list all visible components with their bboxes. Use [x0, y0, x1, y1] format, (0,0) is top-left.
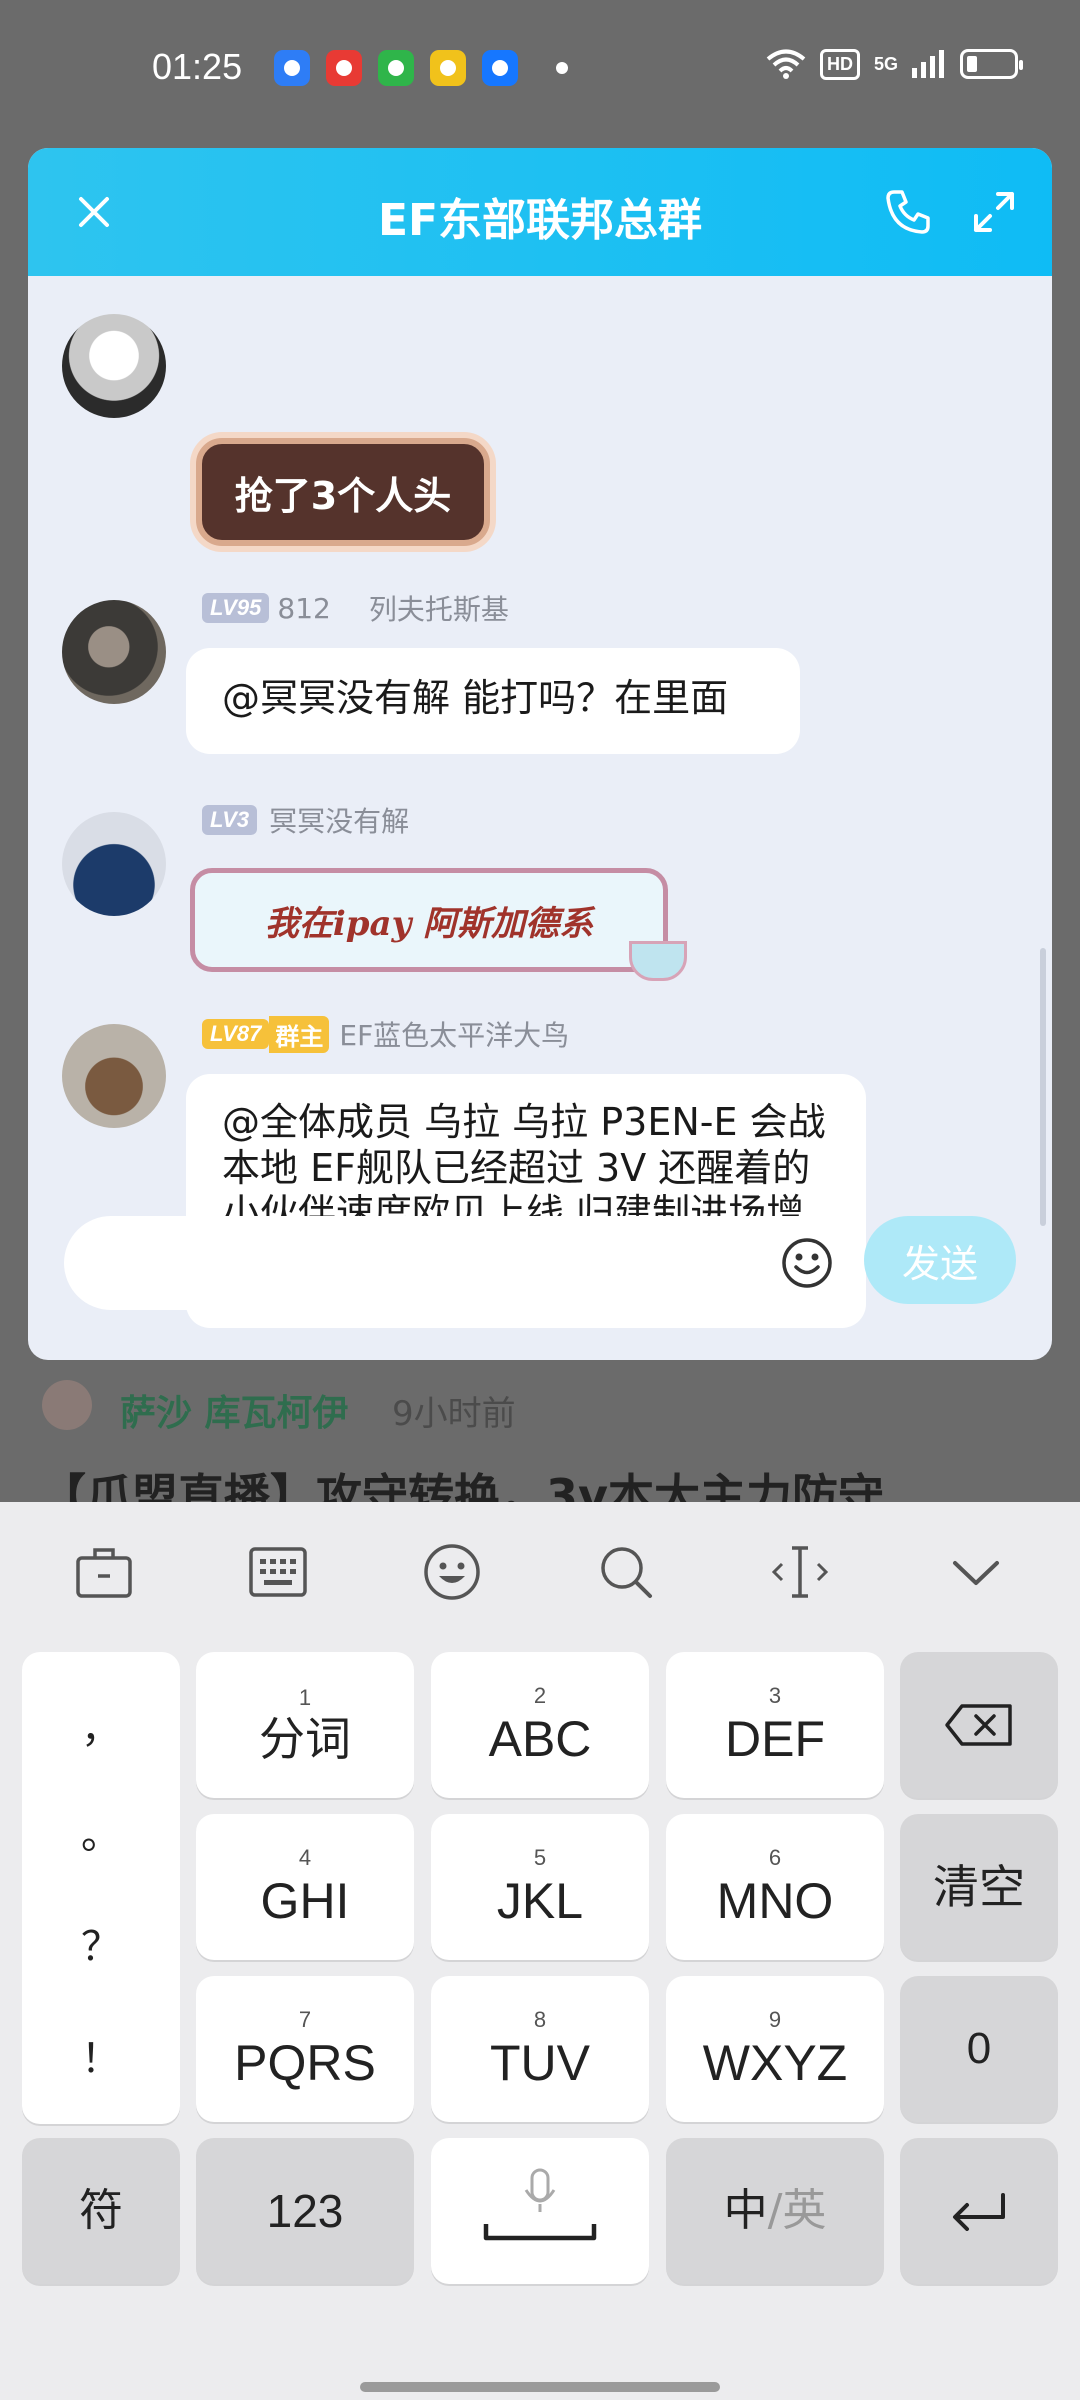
- status-time: 01:25: [152, 46, 243, 87]
- notification-icons: [274, 50, 568, 86]
- toolbox-button[interactable]: [72, 1540, 136, 1604]
- toolbox-icon: [76, 1548, 132, 1598]
- group-chat-window: EF东部联邦总群 抢了3个人头 LV95 812 列夫托斯基 @冥冥没有解 能打…: [28, 148, 1052, 1360]
- punct-period[interactable]: 。: [22, 1802, 180, 1860]
- clear-key[interactable]: 清空: [900, 1814, 1058, 1960]
- bathtub-decoration: [629, 941, 687, 981]
- background-feed-item: 萨沙 库瓦柯伊 9小时前 【爪盟直播】攻守转换，3v本大主力防守: [0, 1340, 1080, 1523]
- enter-icon: [953, 2193, 1005, 2231]
- member-name: EF蓝色太平洋大鸟: [339, 1019, 570, 1052]
- phone-icon: [886, 190, 930, 234]
- punctuation-list[interactable]: ， 。 ？ ！: [22, 1652, 180, 2124]
- emoji-button[interactable]: [780, 1236, 834, 1290]
- signal-icon: [912, 50, 944, 78]
- emoji-icon: [782, 1238, 832, 1288]
- sticker-text: 我在ipay 阿斯加德系: [264, 903, 594, 944]
- key-7[interactable]: 7 PQRS: [196, 1976, 414, 2122]
- browser-app-icon: [274, 50, 310, 86]
- home-indicator[interactable]: [360, 2382, 720, 2392]
- search-icon: [601, 1547, 652, 1598]
- message-scrollbar[interactable]: [1040, 948, 1046, 1226]
- text-cursor-icon: [771, 1546, 829, 1598]
- feed-author-avatar: [42, 1380, 92, 1430]
- key-8[interactable]: 8 TUV: [431, 1976, 649, 2122]
- key-2[interactable]: 2 ABC: [431, 1652, 649, 1798]
- key-1[interactable]: 1 分词: [196, 1652, 414, 1798]
- expand-icon: [974, 192, 1014, 232]
- keyboard-icon: [249, 1547, 307, 1597]
- level-badge: LV3: [202, 805, 258, 835]
- backspace-icon: [945, 1704, 1012, 1746]
- member-name: 列夫托斯基: [368, 593, 509, 626]
- hide-keyboard-button[interactable]: [944, 1540, 1008, 1604]
- send-button[interactable]: 发送: [864, 1216, 1016, 1304]
- input-row: 发送: [28, 1216, 1052, 1360]
- level-badge: LV87: [202, 1019, 270, 1049]
- key-9[interactable]: 9 WXYZ: [666, 1976, 884, 2122]
- key-6[interactable]: 6 MNO: [666, 1814, 884, 1960]
- feed-time: 9小时前: [392, 1394, 516, 1434]
- more-notifications-dot: [556, 62, 568, 74]
- symbols-key[interactable]: 符: [22, 2138, 180, 2284]
- wifi-icon: [766, 49, 806, 79]
- punct-exclaim[interactable]: ！: [22, 2026, 180, 2084]
- emoji-panel-button[interactable]: [420, 1540, 484, 1604]
- keyboard-toolbar: [0, 1502, 1080, 1638]
- punct-question[interactable]: ？: [22, 1914, 180, 1972]
- feed-author: 萨沙 库瓦柯伊: [120, 1393, 349, 1434]
- message-meta: LV87 群主 EF蓝色太平洋大鸟: [202, 1014, 569, 1054]
- status-bar: 01:25 HD 5G: [0, 0, 1080, 140]
- chat-header: EF东部联邦总群: [28, 148, 1052, 276]
- netease-music-app-icon: [326, 50, 362, 86]
- battery-icon: [960, 49, 1023, 79]
- search-button[interactable]: [594, 1540, 658, 1604]
- message-list[interactable]: 抢了3个人头 LV95 812 列夫托斯基 @冥冥没有解 能打吗？在里面 LV3…: [28, 276, 1052, 1356]
- lang-zh: 中: [723, 2184, 768, 2236]
- numbers-key[interactable]: 123: [196, 2138, 414, 2284]
- lang-separator: /: [767, 2184, 783, 2236]
- punct-comma[interactable]: ，: [22, 1696, 180, 1754]
- cursor-move-button[interactable]: [768, 1540, 832, 1604]
- expand-button[interactable]: [964, 182, 1024, 242]
- network-type: 5G: [873, 53, 898, 74]
- green-app-icon: [378, 50, 414, 86]
- lang-en: 英: [782, 2184, 827, 2236]
- voice-call-button[interactable]: [878, 182, 938, 242]
- sticker-message[interactable]: 我在ipay 阿斯加德系: [190, 868, 687, 981]
- member-avatar[interactable]: [62, 314, 166, 418]
- chevron-down-icon: [953, 1561, 999, 1585]
- sticker-text: 抢了3个人头: [234, 473, 452, 518]
- key-4[interactable]: 4 GHI: [196, 1814, 414, 1960]
- alipay-app-icon: [482, 50, 518, 86]
- message-input[interactable]: [64, 1216, 850, 1310]
- member-avatar[interactable]: [62, 1024, 166, 1128]
- message-bubble[interactable]: @冥冥没有解 能打吗？在里面: [186, 648, 800, 754]
- hd-badge: HD: [819, 48, 860, 80]
- smiley-icon: [424, 1544, 480, 1600]
- key-5[interactable]: 5 JKL: [431, 1814, 649, 1960]
- member-avatar[interactable]: [62, 812, 166, 916]
- group-owner-badge: 群主: [269, 1015, 330, 1053]
- microphone-space-icon: [483, 2168, 597, 2241]
- backspace-key[interactable]: [900, 1652, 1058, 1798]
- keyboard-layout-button[interactable]: [246, 1540, 310, 1604]
- key-3[interactable]: 3 DEF: [666, 1652, 884, 1798]
- status-right: HD 5G: [766, 48, 1023, 80]
- yellow-app-icon: [430, 50, 466, 86]
- level-badge: LV95: [202, 593, 270, 623]
- message-meta: LV3 冥冥没有解: [202, 800, 409, 840]
- member-avatar[interactable]: [62, 600, 166, 704]
- sticker-message[interactable]: 抢了3个人头: [196, 438, 490, 546]
- member-name: 冥冥没有解: [269, 805, 410, 838]
- enter-key[interactable]: [900, 2138, 1058, 2284]
- member-nick: 812: [277, 591, 331, 625]
- language-switch-key[interactable]: 中/英: [666, 2138, 884, 2284]
- message-meta: LV95 812 列夫托斯基: [202, 588, 509, 628]
- input-method-keyboard: ， 。 ？ ！ 1 分词 2 ABC 3 DEF 4 GHI 5 JKL 6 M…: [0, 1502, 1080, 2400]
- key-0[interactable]: 0: [900, 1976, 1058, 2122]
- space-key[interactable]: [431, 2138, 649, 2284]
- message-text: @冥冥没有解 能打吗？在里面: [222, 676, 729, 720]
